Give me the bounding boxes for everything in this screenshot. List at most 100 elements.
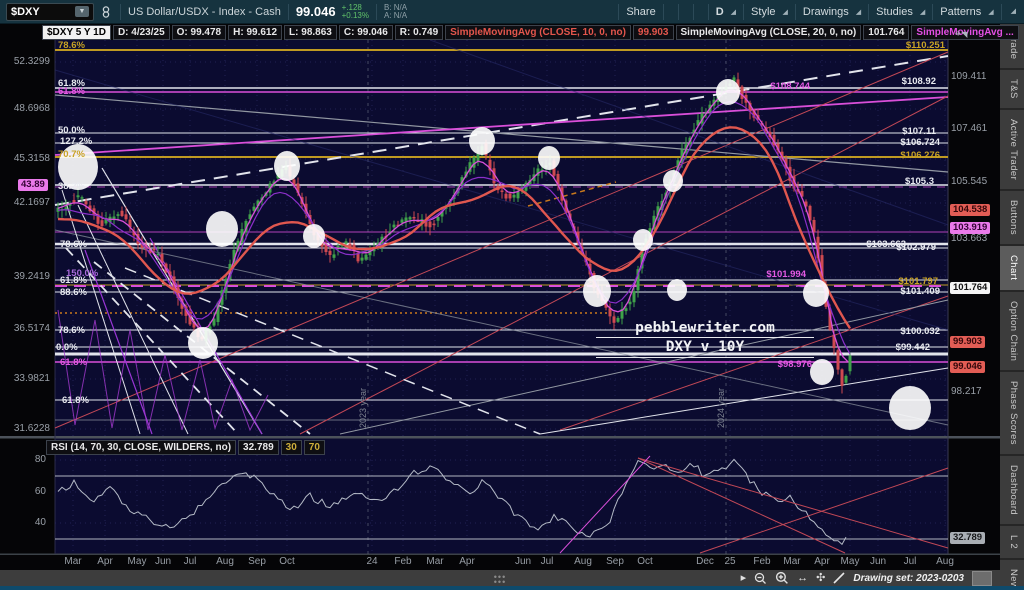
fib-level-label: 70.7% <box>58 149 85 160</box>
rsi-value-badge: 32.789 <box>238 440 279 455</box>
right-axis-price-badge: 103.919 <box>950 222 990 234</box>
sma10-value-badge: 99.903 <box>633 25 674 40</box>
price-level-label: $105.3 <box>905 176 934 187</box>
sidebar-tab-dashboard[interactable]: Dashboard <box>1000 456 1024 526</box>
time-axis-label: Feb <box>745 556 779 567</box>
ohlc-badge: H: 99.612 <box>228 25 282 40</box>
right-sidebar: TradeT&SActive TraderButtonsChartOption … <box>1000 24 1024 590</box>
link-icon[interactable] <box>99 5 113 19</box>
fib-level-label: 61.8% <box>58 86 85 97</box>
fib-level-label: 61.8% <box>60 357 87 368</box>
price-level-label: $108.744 <box>770 81 810 92</box>
ohlc-badge: L: 98.863 <box>284 25 337 40</box>
right-axis-price-badge: 99.903 <box>950 336 985 348</box>
horizontal-fit-icon[interactable]: ↔ <box>797 570 808 586</box>
time-axis-label: Jul <box>893 556 927 567</box>
sidebar-tab-active-trader[interactable]: Active Trader <box>1000 110 1024 191</box>
right-axis-tick: 107.461 <box>951 123 999 134</box>
ohlc-badge: O: 99.478 <box>172 25 226 40</box>
expand-right-icon[interactable]: ▸ <box>741 570 747 586</box>
sidebar-tab-l-2[interactable]: L 2 <box>1000 526 1024 560</box>
sidebar-tab-t-s[interactable]: T&S <box>1000 70 1024 110</box>
corner-resize-handle[interactable] <box>972 571 992 586</box>
time-axis-label: Aug <box>208 556 242 567</box>
price-chart-canvas[interactable] <box>0 24 1000 590</box>
bid-ask: B: N/AA: N/A <box>384 4 407 20</box>
time-axis-label: Mar <box>775 556 809 567</box>
fib-level-label: 78.6% <box>58 325 85 336</box>
price-level-label: $101.994 <box>766 269 806 280</box>
sidebar-tab-chart[interactable]: Chart <box>1000 246 1024 291</box>
price-level-label: $106.724 <box>900 137 940 148</box>
fib-level-label: 78.6% <box>58 40 85 51</box>
fib-level-label: 0.0% <box>56 342 78 353</box>
left-axis-tick: 39.2419 <box>0 271 50 282</box>
rsi-axis-tick: 80 <box>0 454 46 465</box>
time-axis-label: Oct <box>628 556 662 567</box>
fib-level-label: 88.6% <box>60 287 87 298</box>
right-axis-price-badge: 101.764 <box>950 282 990 294</box>
left-axis-tick: 48.6968 <box>0 103 50 114</box>
time-axis-label: Oct <box>270 556 304 567</box>
style-button[interactable]: Style◢ <box>751 6 788 18</box>
time-axis-label: 25 <box>713 556 747 567</box>
price-level-label: $107.11 <box>902 126 936 137</box>
sidebar-tab-phase-scores[interactable]: Phase Scores <box>1000 372 1024 456</box>
time-axis-label: Aug <box>928 556 962 567</box>
time-axis-label: Sep <box>598 556 632 567</box>
price-change: +.128+0.13% <box>342 4 369 20</box>
fib-level-label: 127.2% <box>60 136 92 147</box>
right-axis-tick: 105.545 <box>951 176 999 187</box>
price-level-label: $110.251 <box>906 40 945 51</box>
sidebar-tab-buttons[interactable]: Buttons <box>1000 191 1024 246</box>
bottom-right-controls: ▸ ↔ ✣ Drawing set: 2023-0203 <box>741 570 992 586</box>
year-divider-label: 2023 year <box>358 388 368 428</box>
price-level-label: $100.032 <box>900 326 940 337</box>
price-level-label: $106.276 <box>900 150 940 161</box>
fib-level-label: 61.8% <box>60 275 87 286</box>
timeframe-button[interactable]: D◢ <box>716 6 736 18</box>
last-price: 99.046 <box>296 4 336 19</box>
patterns-button[interactable]: Patterns◢ <box>940 6 993 18</box>
time-axis-label: Sep <box>240 556 274 567</box>
zoom-in-icon[interactable] <box>775 571 789 585</box>
pan-icon[interactable]: ✣ <box>816 570 825 586</box>
right-axis-tick: 103.663 <box>951 233 999 244</box>
symbol-input[interactable]: $DXY ▼ <box>6 3 94 21</box>
sma20-label-badge: SimpleMovingAvg (CLOSE, 20, 0, no) <box>676 25 862 40</box>
zoom-out-icon[interactable] <box>754 572 767 585</box>
chart-header-row: $DXY 5 Y 1DD: 4/23/25O: 99.478H: 99.612L… <box>42 25 1019 40</box>
sidebar-tab-option-chain[interactable]: Option Chain <box>1000 292 1024 372</box>
fib-level-label: 50.0% <box>58 125 85 136</box>
time-axis-label: Mar <box>418 556 452 567</box>
time-axis-label: Aug <box>566 556 600 567</box>
rsi-low-band-badge: 30 <box>281 440 302 455</box>
right-axis-price-badge: 104.538 <box>950 204 990 216</box>
left-axis-tick: 33.9821 <box>0 373 50 384</box>
rsi-label-badge: RSI (14, 70, 30, CLOSE, WILDERS, no) <box>46 440 236 455</box>
chart-symbol-badge: $DXY 5 Y 1D <box>42 25 111 40</box>
symbol-dropdown-icon[interactable]: ▼ <box>75 6 89 17</box>
rsi-value-badge-axis: 32.789 <box>950 532 985 544</box>
drawings-button[interactable]: Drawings◢ <box>803 6 861 18</box>
price-level-label: $102.979 <box>896 242 936 253</box>
top-toolbar: $DXY ▼ US Dollar/USDX - Index - Cash 99.… <box>0 0 1024 24</box>
time-scrollbar[interactable]: •••••• ▸ ↔ ✣ Drawing set: 2023-0203 <box>0 570 1000 586</box>
ohlc-badge: R: 0.749 <box>395 25 443 40</box>
sma10-label-badge: SimpleMovingAvg (CLOSE, 10, 0, no) <box>445 25 631 40</box>
drawing-pencil-icon[interactable] <box>833 572 845 584</box>
drawing-set-label[interactable]: Drawing set: 2023-0203 <box>853 573 964 584</box>
left-axis-price-badge: 43.89 <box>18 179 48 191</box>
time-axis-label: Jun <box>861 556 895 567</box>
symbol-description: US Dollar/USDX - Index - Cash <box>128 6 281 18</box>
ohlc-badge: C: 99.046 <box>339 25 393 40</box>
share-button[interactable]: Share <box>626 6 655 18</box>
cursor-style-icon[interactable]: ⌖◥ <box>955 28 967 41</box>
time-axis-label: Feb <box>386 556 420 567</box>
right-axis-tick: 109.411 <box>951 71 999 82</box>
chart-menu-button[interactable]: ◢ <box>1009 7 1016 17</box>
time-axis-label: Jul <box>530 556 564 567</box>
scrollbar-grip[interactable]: •••••• <box>486 575 514 581</box>
ohlc-badge: D: 4/23/25 <box>113 25 170 40</box>
studies-button[interactable]: Studies◢ <box>876 6 925 18</box>
